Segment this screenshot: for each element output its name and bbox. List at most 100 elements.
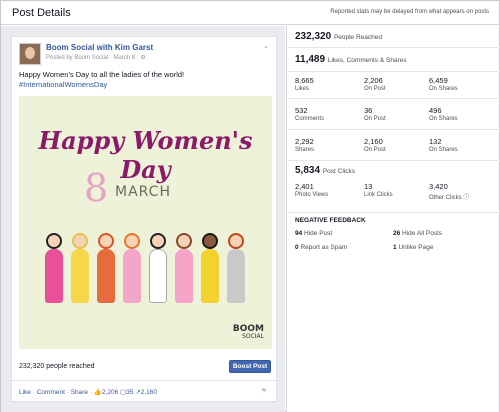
boost-post-button[interactable]: Boost Post — [229, 360, 271, 373]
woman-head — [46, 233, 62, 249]
likes-on-post: 2,206 On Post — [364, 76, 386, 92]
likes-total: 8,665 Likes — [295, 76, 314, 92]
stat-label: On Shares — [429, 116, 458, 122]
info-icon[interactable]: ⓘ — [463, 195, 469, 201]
post-text: Happy Women's Day to all the ladies of t… — [19, 70, 185, 79]
reach-value: 232,320 — [295, 31, 332, 42]
flag-icon[interactable]: ⚑ — [261, 387, 267, 395]
image-date-number: 8 — [84, 166, 109, 210]
stat-value: 2,401 — [295, 182, 314, 191]
post-card: Boom Social with Kim Garst Posted by Boo… — [11, 36, 277, 402]
woman-illustration — [175, 233, 193, 303]
woman-illustration — [97, 233, 115, 303]
comments-total: 532 Comments — [295, 106, 324, 122]
page-name-link[interactable]: Boom Social with Kim Garst — [46, 43, 153, 52]
report-spam-stat: 0 Report as Spam — [295, 244, 347, 251]
post-clicks-stat: 5,834 Post Clicks — [295, 165, 355, 176]
stat-value: 0 — [295, 244, 299, 251]
hashtag-link[interactable]: #InternationalWomensDay — [19, 80, 269, 90]
comment-link[interactable]: Comment — [37, 389, 65, 396]
reach-label: People Reached — [333, 34, 383, 41]
thumbs-up-icon: 👍 — [93, 389, 102, 396]
stat-label: On Post — [364, 116, 386, 122]
stat-label: Unlike Page — [398, 244, 434, 251]
stat-label: On Post — [364, 147, 386, 153]
woman-illustration — [149, 233, 167, 303]
stat-value: 6,459 — [429, 76, 448, 85]
page-avatar[interactable] — [19, 43, 41, 65]
stat-value: 13 — [364, 182, 373, 191]
stat-value: 496 — [429, 106, 442, 115]
stat-label: Comments — [295, 116, 325, 122]
unlike-page-stat: 1 Unlike Page — [393, 244, 434, 251]
woman-head — [228, 233, 244, 249]
shares-on-post: 2,160 On Post — [364, 137, 386, 153]
posted-by-text: Posted by Boom Social — [46, 55, 109, 61]
stat-label: Photo Views — [295, 192, 329, 198]
post-message: Happy Women's Day to all the ladies of t… — [19, 70, 269, 90]
stat-label: Hide Post — [304, 230, 333, 237]
image-headline: Happy Women's Day — [38, 126, 253, 184]
like-link[interactable]: Like — [19, 389, 31, 396]
boom-social-logo: BOOM SOCIAL — [232, 324, 264, 341]
woman-head — [124, 233, 140, 249]
link-clicks: 13 Link Clicks — [364, 182, 393, 198]
stat-value: 36 — [364, 106, 373, 115]
stat-value: 3,420 — [429, 182, 448, 191]
likes-on-shares: 6,459 On Shares — [429, 76, 458, 92]
post-clicks-row: 5,834 Post Clicks 2,401 Photo Views 13 Lin… — [287, 161, 500, 213]
post-details-dialog: Post Details Reported stats may be delay… — [0, 0, 500, 412]
share-link[interactable]: Share — [71, 389, 88, 396]
post-clicks-value: 5,834 — [295, 165, 321, 176]
divider — [12, 380, 276, 381]
hide-post-stat: 94 Hide Post — [295, 230, 332, 237]
stat-label: Link Clicks — [364, 192, 393, 198]
people-reached-text: 232,320 people reached — [19, 363, 95, 370]
post-date-link[interactable]: March 8 — [113, 55, 135, 61]
stat-value: 2,292 — [295, 137, 314, 146]
stats-pane: 232,320 People Reached 11,489 Likes, Com… — [286, 26, 500, 412]
post-image[interactable]: Happy Women's Day 8 MARCH BOOM SOCIAL — [19, 96, 272, 349]
comments-count[interactable]: 35 — [126, 389, 133, 396]
post-byline: Posted by Boom Social · March 8 · ⚙ — [46, 54, 146, 61]
stat-value: 1 — [393, 244, 397, 251]
post-clicks-label: Post Clicks — [322, 168, 355, 175]
other-clicks-label: Other Clicks — [429, 195, 462, 201]
woman-illustration — [227, 233, 245, 303]
stat-value: 8,665 — [295, 76, 314, 85]
dialog-header: Post Details Reported stats may be delay… — [1, 1, 499, 25]
hide-all-posts-stat: 26 Hide All Posts — [393, 230, 442, 237]
woman-head — [72, 233, 88, 249]
negative-feedback-title: NEGATIVE FEEDBACK — [295, 217, 366, 224]
reach-stat: 232,320 People Reached — [295, 31, 382, 42]
engagement-row: 11,489 Likes, Comments & Shares — [287, 48, 500, 72]
stat-label: On Shares — [429, 86, 458, 92]
stat-value: 532 — [295, 106, 308, 115]
woman-head — [176, 233, 192, 249]
stat-label: On Post — [364, 86, 386, 92]
engagement-stat: 11,489 Likes, Comments & Shares — [295, 54, 407, 65]
woman-illustration — [201, 233, 219, 303]
chevron-down-icon[interactable]: ⌄ — [263, 42, 269, 50]
engagement-value: 11,489 — [295, 54, 326, 65]
image-date-month: MARCH — [115, 184, 171, 200]
stat-value: 2,206 — [364, 76, 383, 85]
woman-head — [202, 233, 218, 249]
likes-count[interactable]: 2,206 — [102, 389, 118, 396]
shares-count[interactable]: 2,160 — [141, 389, 157, 396]
comments-row: 532 Comments 36 On Post 496 On Shares — [287, 99, 500, 130]
stat-value: 94 — [295, 230, 303, 237]
dialog-title: Post Details — [12, 7, 71, 19]
post-preview-pane: Boom Social with Kim Garst Posted by Boo… — [1, 26, 285, 412]
comments-on-post: 36 On Post — [364, 106, 386, 122]
woman-illustration — [71, 233, 89, 303]
woman-illustration — [123, 233, 141, 303]
photo-views: 2,401 Photo Views — [295, 182, 328, 198]
engagement-label: Likes, Comments & Shares — [327, 57, 407, 64]
shares-total: 2,292 Shares — [295, 137, 314, 153]
stat-value: 2,160 — [364, 137, 383, 146]
stat-label: On Shares — [429, 147, 458, 153]
reach-row: 232,320 People Reached — [287, 26, 500, 48]
woman-head — [98, 233, 114, 249]
shares-row: 2,292 Shares 2,160 On Post 132 On Shares — [287, 130, 500, 161]
